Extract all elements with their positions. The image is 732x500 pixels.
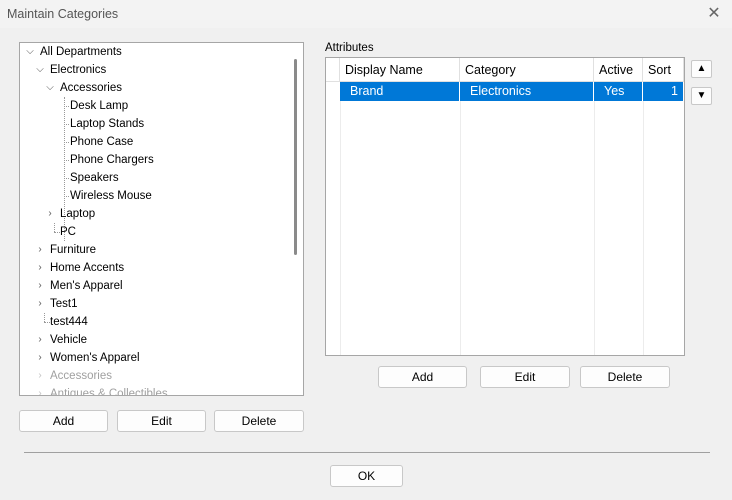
chevron-right-icon: › <box>38 370 42 381</box>
cell-display-name[interactable]: Brand <box>340 82 460 101</box>
tree-item-label: Home Accents <box>50 262 125 274</box>
add-category-button[interactable]: Add <box>19 410 108 432</box>
tree-item-label: All Departments <box>40 46 122 58</box>
tree-item-laptop-stands[interactable]: Laptop Stands <box>70 115 144 133</box>
tree-item-label: Vehicle <box>50 334 88 346</box>
chevron-right-icon[interactable]: › <box>35 241 45 259</box>
tree-item-label: Test1 <box>50 298 78 310</box>
chevron-right-icon[interactable]: › <box>35 331 45 349</box>
tree-item-label: Wireless Mouse <box>70 190 152 202</box>
row-header-corner <box>326 58 340 82</box>
column-header-sort[interactable]: Sort <box>643 58 684 82</box>
column-divider <box>340 101 341 355</box>
tree-item-phone-chargers[interactable]: Phone Chargers <box>70 151 154 169</box>
chevron-down-icon[interactable]: ⌵ <box>25 43 35 61</box>
attributes-label: Attributes <box>325 42 374 54</box>
column-header-active[interactable]: Active <box>594 58 643 82</box>
tree-item-desk-lamp[interactable]: Desk Lamp <box>70 97 128 115</box>
chevron-right-icon[interactable]: › <box>35 259 45 277</box>
tree-item-label: test444 <box>50 316 88 328</box>
tree-connector <box>64 178 69 179</box>
tree-item-label: Electronics <box>50 64 107 76</box>
chevron-down-icon[interactable]: ⌵ <box>45 79 55 97</box>
window-title: Maintain Categories <box>7 7 119 21</box>
tree-item-label: Desk Lamp <box>70 100 129 112</box>
chevron-down-icon[interactable]: ⌵ <box>35 61 45 79</box>
column-divider <box>594 101 595 355</box>
delete-category-button[interactable]: Delete <box>214 410 304 432</box>
cell-active[interactable]: Yes <box>594 82 643 101</box>
tree-connector <box>64 196 69 197</box>
title-bar: Maintain Categories ✕ <box>0 0 732 28</box>
column-divider <box>460 101 461 355</box>
tree-item-label: PC <box>60 226 76 238</box>
category-tree[interactable]: ⌵ All Departments ⌵ Electronics ⌵ Access… <box>19 42 304 396</box>
tree-item-label: Phone Case <box>70 136 134 148</box>
tree-item-label: Women's Apparel <box>50 352 140 364</box>
column-divider <box>643 101 644 355</box>
chevron-right-icon[interactable]: › <box>35 277 45 295</box>
cell-category[interactable]: Electronics <box>460 82 594 101</box>
tree-item-phone-case[interactable]: Phone Case <box>70 133 133 151</box>
tree-item-label: Furniture <box>50 244 97 256</box>
tree-scrollbar[interactable] <box>294 59 297 255</box>
tree-item-label: Accessories <box>50 370 112 382</box>
chevron-right-icon[interactable]: › <box>35 295 45 313</box>
tree-connector <box>64 124 69 125</box>
tree-item-pc[interactable]: PC <box>60 223 76 241</box>
tree-item-label: Phone Chargers <box>70 154 154 166</box>
edit-category-button[interactable]: Edit <box>117 410 206 432</box>
tree-item-label: Speakers <box>70 172 119 184</box>
tree-item-label: Antiques & Collectibles <box>50 388 168 396</box>
ok-button[interactable]: OK <box>330 465 403 487</box>
add-attribute-button[interactable]: Add <box>378 366 467 388</box>
column-header-display-name[interactable]: Display Name <box>340 58 460 82</box>
tree-item-test444[interactable]: test444 <box>50 313 88 331</box>
tree-connector <box>54 223 55 232</box>
column-header-category[interactable]: Category <box>460 58 594 82</box>
tree-item-speakers[interactable]: Speakers <box>70 169 119 187</box>
arrow-up-icon: ▲ <box>696 63 707 74</box>
tree-item-label: Men's Apparel <box>50 280 123 292</box>
separator <box>24 452 710 453</box>
tree-connector <box>64 142 69 143</box>
chevron-right-icon[interactable]: › <box>45 205 55 223</box>
arrow-down-icon: ▼ <box>696 90 707 101</box>
tree-item-label: Laptop <box>60 208 96 220</box>
attributes-grid[interactable]: Display Name Category Active Sort Brand … <box>325 57 685 356</box>
tree-connector <box>64 160 69 161</box>
move-down-button[interactable]: ▼ <box>691 87 712 105</box>
tree-connector <box>64 106 69 107</box>
chevron-right-icon[interactable]: › <box>35 349 45 367</box>
tree-connector <box>44 313 45 322</box>
cell-sort[interactable]: 1 <box>643 82 684 101</box>
tree-item-label: Laptop Stands <box>70 118 145 130</box>
tree-item-wireless-mouse[interactable]: Wireless Mouse <box>70 187 152 205</box>
delete-attribute-button[interactable]: Delete <box>580 366 670 388</box>
edit-attribute-button[interactable]: Edit <box>480 366 570 388</box>
close-icon[interactable]: ✕ <box>704 4 724 24</box>
tree-item-label: Accessories <box>60 82 122 94</box>
chevron-right-icon: › <box>38 388 42 396</box>
move-up-button[interactable]: ▲ <box>691 60 712 78</box>
